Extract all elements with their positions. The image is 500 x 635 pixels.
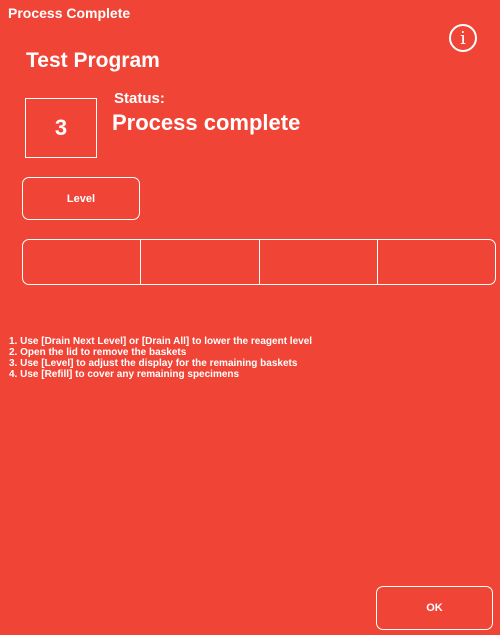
basket-slot-3[interactable]	[260, 240, 378, 284]
basket-slot-2[interactable]	[141, 240, 260, 284]
info-glyph: i	[460, 27, 466, 49]
info-icon[interactable]: i	[449, 24, 477, 52]
level-button[interactable]: Level	[22, 177, 140, 220]
basket-slot-1[interactable]	[23, 240, 142, 284]
instruction-item: 4. Use [Refill] to cover any remaining s…	[9, 369, 240, 380]
level-button-label: Level	[66, 192, 96, 205]
ok-button[interactable]: OK	[376, 586, 493, 630]
basket-level-display	[22, 239, 496, 285]
step-number: 3	[54, 115, 68, 140]
program-name: Test Program	[26, 49, 160, 72]
step-number-box: 3	[25, 98, 97, 158]
instruction-item: 2. Open the lid to remove the baskets	[9, 347, 187, 358]
screen-title: Process Complete	[8, 5, 131, 21]
instructions-list: 1. Use [Drain Next Level] or [Drain All]…	[9, 336, 312, 380]
basket-slot-4[interactable]	[378, 240, 495, 284]
instruction-item: 3. Use [Level] to adjust the display for…	[9, 358, 298, 369]
instruction-item: 1. Use [Drain Next Level] or [Drain All]…	[9, 336, 313, 347]
status-label: Status:	[114, 90, 165, 107]
process-complete-screen: Process Complete i Test Program 3 Status…	[0, 0, 500, 635]
ok-button-label: OK	[426, 602, 443, 614]
status-value: Process complete	[112, 110, 301, 135]
